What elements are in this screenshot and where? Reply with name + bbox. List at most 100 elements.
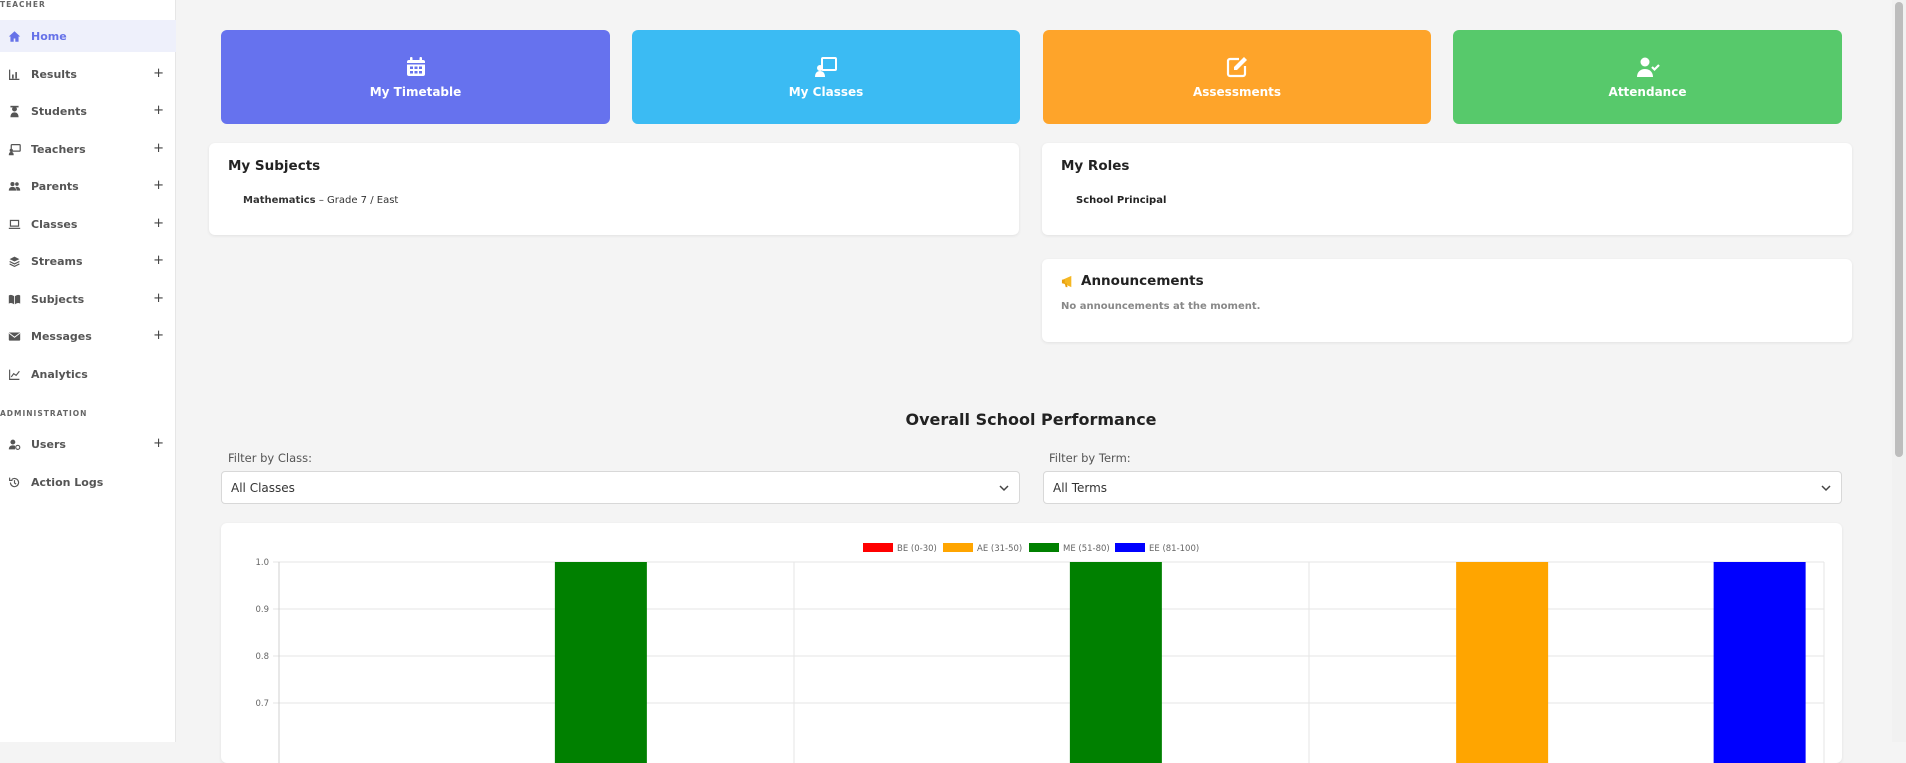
performance-heading: Overall School Performance — [905, 410, 1157, 429]
performance-chart: 1.0 0.9 0.8 0.7 BE (0-30) AE (31-50) ME (51-80… — [255, 543, 1825, 763]
sidebar: TEACHER Home Results + Students + Teache… — [0, 0, 176, 742]
calendar-icon — [406, 57, 425, 76]
sidebar-item-streams[interactable]: Streams + — [0, 245, 176, 277]
expand-icon[interactable]: + — [153, 141, 164, 156]
sidebar-item-label: Action Logs — [31, 475, 104, 489]
announcements-empty-text: No announcements at the moment. — [1061, 301, 1261, 312]
legend-label: AE (31-50) — [977, 544, 1022, 554]
legend-swatch — [1029, 543, 1059, 552]
expand-icon[interactable]: + — [153, 66, 164, 81]
card-title: My Subjects — [228, 158, 321, 174]
class-filter-value: All Classes — [231, 480, 295, 495]
sidebar-item-label: Streams — [31, 254, 83, 268]
y-tick-label: 0.9 — [255, 605, 269, 615]
bar — [1456, 562, 1549, 763]
student-icon — [10, 105, 19, 117]
expand-icon[interactable]: + — [153, 216, 164, 231]
expand-icon[interactable]: + — [153, 178, 164, 193]
sidebar-item-messages[interactable]: Messages + — [0, 320, 176, 352]
card-title: My Roles — [1061, 158, 1130, 174]
tile-attendance[interactable]: Attendance — [1453, 30, 1842, 124]
term-filter-select[interactable]: All Terms — [1043, 471, 1842, 504]
sidebar-item-label: Messages — [31, 329, 92, 343]
scrollbar-thumb[interactable] — [1895, 2, 1903, 457]
envelope-icon — [8, 331, 21, 341]
term-filter-label: Filter by Term: — [1049, 451, 1131, 465]
class-filter-label: Filter by Class: — [228, 451, 313, 465]
tile-my-timetable[interactable]: My Timetable — [221, 30, 610, 124]
sidebar-section-teacher: TEACHER — [0, 0, 46, 9]
sidebar-item-users[interactable]: Users + — [0, 428, 176, 460]
tile-label: My Classes — [788, 85, 864, 99]
announcements-card: Announcements No announcements at the mo… — [1042, 259, 1852, 342]
users-icon — [8, 181, 21, 191]
sidebar-item-analytics[interactable]: Analytics — [0, 358, 176, 390]
sidebar-item-label: Teachers — [31, 142, 86, 156]
subject-detail: – Grade 7 / East — [318, 195, 399, 206]
sidebar-item-label: Results — [31, 67, 77, 81]
sidebar-item-label: Classes — [31, 217, 78, 231]
home-icon — [8, 30, 21, 42]
sidebar-item-results[interactable]: Results + — [0, 58, 176, 90]
bar — [1713, 562, 1806, 763]
role-entry: School Principal — [1076, 195, 1167, 206]
tile-label: My Timetable — [369, 85, 462, 99]
layers-icon — [9, 256, 20, 267]
card-title: Announcements — [1081, 273, 1204, 289]
megaphone-icon — [1061, 275, 1072, 287]
legend-label: BE (0-30) — [897, 544, 937, 554]
y-tick-label: 0.8 — [255, 652, 269, 662]
subject-name: Mathematics — [243, 195, 316, 206]
sidebar-item-classes[interactable]: Classes + — [0, 208, 176, 240]
sidebar-item-label: Users — [31, 437, 66, 451]
sidebar-item-label: Analytics — [31, 367, 88, 381]
expand-icon[interactable]: + — [153, 253, 164, 268]
tile-my-classes[interactable]: My Classes — [632, 30, 1020, 124]
subject-entry: Mathematics – Grade 7 / East — [243, 195, 398, 206]
tile-label: Attendance — [1608, 85, 1687, 99]
teacher-icon — [8, 143, 21, 155]
laptop-icon — [8, 219, 21, 229]
chart-icon — [9, 69, 20, 80]
sidebar-item-parents[interactable]: Parents + — [0, 170, 176, 202]
sidebar-section-admin: ADMINISTRATION — [0, 409, 88, 418]
expand-icon[interactable]: + — [153, 436, 164, 451]
my-roles-card: My Roles School Principal — [1042, 143, 1852, 235]
y-tick-label: 0.7 — [255, 699, 269, 709]
expand-icon[interactable]: + — [153, 103, 164, 118]
legend-swatch — [863, 543, 893, 552]
legend-swatch — [1115, 543, 1145, 552]
page-scrollbar[interactable] — [1892, 0, 1906, 742]
history-icon — [9, 477, 20, 487]
user-check-icon — [1636, 57, 1660, 77]
legend-label: ME (51-80) — [1063, 544, 1110, 554]
term-filter-value: All Terms — [1053, 480, 1108, 495]
sidebar-item-home[interactable]: Home — [0, 20, 176, 52]
tile-assessments[interactable]: Assessments — [1043, 30, 1431, 124]
legend-swatch — [943, 543, 973, 552]
announcements-header: Announcements — [1061, 273, 1204, 289]
expand-icon[interactable]: + — [153, 328, 164, 343]
sidebar-item-students[interactable]: Students + — [0, 95, 176, 127]
expand-icon[interactable]: + — [153, 291, 164, 306]
sidebar-item-action-logs[interactable]: Action Logs — [0, 466, 176, 498]
performance-chart-card: 1.0 0.9 0.8 0.7 BE (0-30) AE (31-50) ME (51-80… — [221, 523, 1842, 763]
y-tick-label: 1.0 — [255, 558, 269, 568]
bar — [554, 562, 647, 763]
tile-label: Assessments — [1192, 85, 1282, 99]
sidebar-item-label: Subjects — [31, 292, 85, 306]
sidebar-item-label: Home — [31, 29, 67, 43]
legend-label: EE (81-100) — [1149, 544, 1199, 554]
class-filter-select[interactable]: All Classes — [221, 471, 1020, 504]
book-icon — [8, 294, 21, 304]
sidebar-item-label: Students — [31, 104, 87, 118]
chevron-down-icon — [999, 485, 1009, 492]
sidebar-item-teachers[interactable]: Teachers + — [0, 133, 176, 165]
chalkboard-teacher-icon — [815, 57, 837, 77]
user-cog-icon — [8, 439, 21, 450]
line-chart-icon — [9, 369, 20, 380]
chevron-down-icon — [1821, 485, 1831, 492]
bar — [1069, 562, 1162, 763]
edit-icon — [1226, 57, 1247, 78]
sidebar-item-subjects[interactable]: Subjects + — [0, 283, 176, 315]
